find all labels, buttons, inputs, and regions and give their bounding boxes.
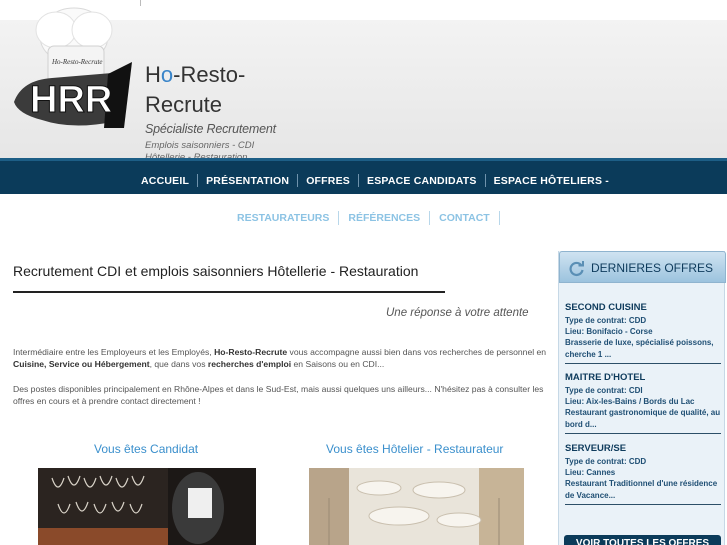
subnav-contact[interactable]: CONTACT <box>430 212 499 224</box>
header-tagline: Spécialiste Recrutement <box>145 122 276 136</box>
candidat-heading[interactable]: Vous êtes Candidat <box>94 442 198 456</box>
sub-nav: RESTAURATEURS RÉFÉRENCES CONTACT <box>228 211 500 225</box>
nav-espace-hoteliers[interactable]: ESPACE HÔTELIERS - <box>486 175 617 187</box>
main-navbar: ACCUEIL PRÉSENTATION OFFRES ESPACE CANDI… <box>0 158 727 194</box>
title-underline <box>13 291 445 293</box>
site-header: HRR Ho-Resto-Recrute Ho-Resto- Recrute S… <box>0 0 727 158</box>
offer-item[interactable]: SECOND CUISINE Type de contrat: CDD Lieu… <box>565 302 721 364</box>
offer-contract: Type de contrat: CDD <box>565 316 647 325</box>
candidat-photo[interactable] <box>38 468 256 545</box>
hotelier-photo[interactable] <box>309 468 524 545</box>
intro-paragraph: Intermédiaire entre les Employeurs et le… <box>13 347 547 369</box>
nav-espace-candidats[interactable]: ESPACE CANDIDATS <box>359 175 485 187</box>
availability-paragraph: Des postes disponibles principalement en… <box>13 384 544 406</box>
page-title: Recrutement CDI et emplois saisonniers H… <box>13 263 419 279</box>
offer-item[interactable]: SERVEUR/SE Type de contrat: CDD Lieu: Ca… <box>565 443 721 505</box>
offer-place: Lieu: Bonifacio - Corse <box>565 327 653 337</box>
main-nav: ACCUEIL PRÉSENTATION OFFRES ESPACE CANDI… <box>133 174 617 187</box>
latest-offers-header: DERNIERES OFFRES <box>559 251 726 283</box>
offer-contract: Type de contrat: CDI <box>565 386 643 395</box>
offer-place: Lieu: Aix-les-Bains / Bords du Lac <box>565 397 695 407</box>
latest-offers-title: DERNIERES OFFRES <box>591 261 714 275</box>
latest-offers-panel: DERNIERES OFFRES SECOND CUISINE Type de … <box>558 251 726 545</box>
nav-presentation[interactable]: PRÉSENTATION <box>198 175 297 187</box>
offer-contract: Type de contrat: CDD <box>565 457 647 466</box>
site-logo[interactable]: HRR Ho-Resto-Recrute <box>12 2 142 132</box>
offer-description: Restaurant gastronomique de qualité, au … <box>565 408 721 429</box>
offer-description: Restaurant Traditionnel d'une résidence … <box>565 479 718 500</box>
subnav-separator <box>498 211 500 225</box>
offer-place: Lieu: Cannes <box>565 468 616 478</box>
offer-divider <box>565 432 721 434</box>
refresh-icon <box>569 261 584 277</box>
nav-offres[interactable]: OFFRES <box>298 175 358 187</box>
subnav-restaurateurs[interactable]: RESTAURATEURS <box>228 212 338 224</box>
header-subline-1: Emplois saisonniers - CDI <box>145 140 255 151</box>
logo-small-text: Ho-Resto-Recrute <box>51 58 103 66</box>
view-all-offers-button[interactable]: VOIR TOUTES LES OFFRES <box>564 535 721 545</box>
offer-description: Brasserie de luxe, spécialisé poissons, … <box>565 338 714 359</box>
offer-item[interactable]: MAITRE D'HOTEL Type de contrat: CDI Lieu… <box>565 372 721 434</box>
nav-accueil[interactable]: ACCUEIL <box>133 175 197 187</box>
offer-divider <box>565 503 721 505</box>
logo-letters: HRR <box>30 79 112 121</box>
brand-name: Ho-Resto- Recrute <box>145 62 246 117</box>
offer-divider <box>565 362 721 364</box>
offer-title[interactable]: MAITRE D'HOTEL <box>565 372 721 383</box>
offer-title[interactable]: SECOND CUISINE <box>565 302 721 313</box>
subnav-references[interactable]: RÉFÉRENCES <box>339 212 429 224</box>
hotelier-heading[interactable]: Vous êtes Hôtelier - Restaurateur <box>326 442 503 456</box>
offer-title[interactable]: SERVEUR/SE <box>565 443 721 454</box>
page-tagline: Une réponse à votre attente <box>386 307 529 319</box>
